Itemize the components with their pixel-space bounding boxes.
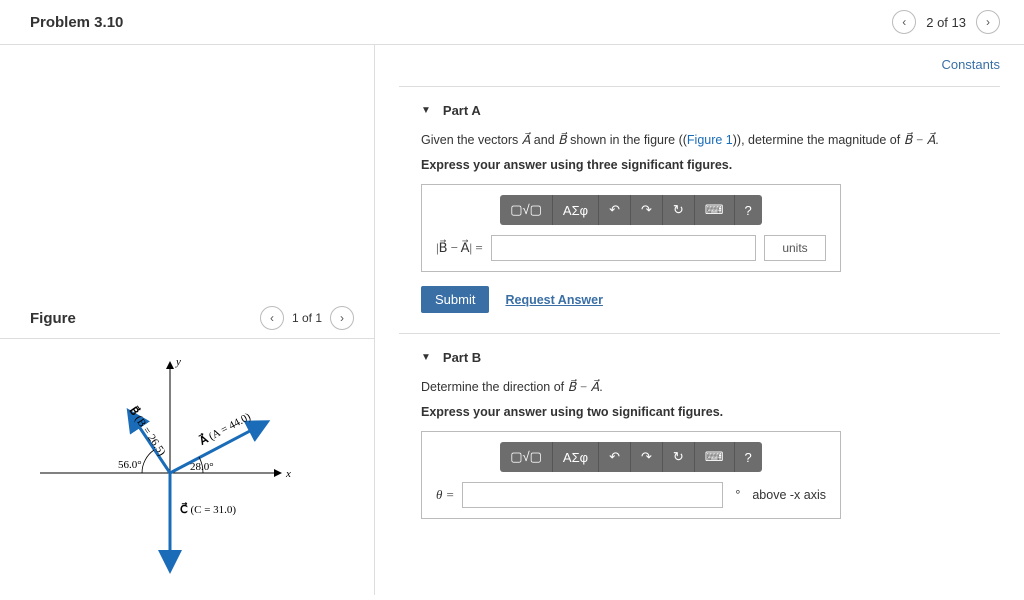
part-a-prompt: Given the vectors A⃗ and B⃗ shown in the…: [421, 132, 978, 148]
constants-row: Constants: [399, 57, 1000, 86]
part-b-answer-box: ▢√▢ ΑΣφ ↶ ↷ ↻ ⌨ ? θ = ° above -x axis: [421, 431, 841, 519]
right-column: Constants ▼ Part A Given the vectors A⃗ …: [375, 45, 1024, 595]
vector-b-label: B⃗ (B = 26.5): [127, 404, 170, 458]
toolbar-keyboard-button[interactable]: ⌨: [695, 195, 735, 225]
collapse-icon[interactable]: ▼: [421, 105, 431, 116]
part-a-value-input[interactable]: [491, 235, 756, 261]
toolbar-help-button[interactable]: ?: [735, 442, 762, 472]
equation-toolbar: ▢√▢ ΑΣφ ↶ ↷ ↻ ⌨ ?: [500, 442, 762, 472]
toolbar-redo-button[interactable]: ↷: [631, 195, 663, 225]
axis-x-label: x: [285, 468, 291, 480]
figure-heading: Figure: [30, 310, 76, 327]
vector-c-label: C⃗ (C = 31.0): [180, 502, 236, 516]
figure-prev-button[interactable]: ‹: [260, 306, 284, 330]
part-b-lhs: θ =: [436, 487, 454, 503]
part-b-prompt: Determine the direction of B⃗ − A⃗.: [421, 379, 978, 395]
part-a-lhs: |B⃗ − A⃗| =: [436, 240, 483, 256]
constants-link[interactable]: Constants: [941, 57, 1000, 72]
figure-pager: 1 of 1: [292, 311, 322, 325]
toolbar-undo-button[interactable]: ↶: [599, 442, 631, 472]
figure-next-button[interactable]: ›: [330, 306, 354, 330]
toolbar-greek-button[interactable]: ΑΣφ: [553, 195, 599, 225]
figure-1-link[interactable]: Figure 1: [687, 133, 733, 147]
toolbar-redo-button[interactable]: ↷: [631, 442, 663, 472]
part-a-submit-button[interactable]: Submit: [421, 286, 489, 313]
part-b-title: Part B: [443, 350, 481, 365]
toolbar-greek-button[interactable]: ΑΣφ: [553, 442, 599, 472]
toolbar-keyboard-button[interactable]: ⌨: [695, 442, 735, 472]
part-a-answer-box: ▢√▢ ΑΣφ ↶ ↷ ↻ ⌨ ? |B⃗ − A⃗| = units: [421, 184, 841, 272]
prev-problem-button[interactable]: ‹: [892, 10, 916, 34]
figure-header: Figure ‹ 1 of 1 ›: [0, 300, 374, 339]
pager-text: 2 of 13: [926, 15, 966, 30]
toolbar-templates-button[interactable]: ▢√▢: [500, 195, 553, 225]
part-b-instruction: Express your answer using two significan…: [421, 405, 978, 419]
part-a: ▼ Part A Given the vectors A⃗ and B⃗ sho…: [399, 86, 1000, 333]
part-a-instruction: Express your answer using three signific…: [421, 158, 978, 172]
vector-a-label: A⃗ (A = 44.0): [196, 409, 253, 448]
toolbar-help-button[interactable]: ?: [735, 195, 762, 225]
part-b-trailing: above -x axis: [748, 488, 826, 502]
toolbar-reset-button[interactable]: ↻: [663, 195, 695, 225]
part-a-title: Part A: [443, 103, 481, 118]
part-b-value-input[interactable]: [462, 482, 723, 508]
next-problem-button[interactable]: ›: [976, 10, 1000, 34]
toolbar-templates-button[interactable]: ▢√▢: [500, 442, 553, 472]
toolbar-undo-button[interactable]: ↶: [599, 195, 631, 225]
part-a-request-answer-link[interactable]: Request Answer: [505, 293, 602, 307]
problem-title: Problem 3.10: [30, 14, 123, 31]
part-b: ▼ Part B Determine the direction of B⃗ −…: [399, 333, 1000, 539]
axis-y-label: y: [175, 356, 181, 368]
angle-b-label: 56.0°: [118, 459, 142, 471]
page-header: Problem 3.10 ‹ 2 of 13 ›: [0, 0, 1024, 45]
angle-a-label: 28.0°: [190, 461, 214, 473]
figure-diagram: x y A⃗ (A = 44.0) 28.0° B⃗ (B = 26.5) 56…: [0, 339, 374, 600]
part-a-units-input[interactable]: units: [764, 235, 826, 261]
equation-toolbar: ▢√▢ ΑΣφ ↶ ↷ ↻ ⌨ ?: [500, 195, 762, 225]
collapse-icon[interactable]: ▼: [421, 352, 431, 363]
toolbar-reset-button[interactable]: ↻: [663, 442, 695, 472]
problem-pager: ‹ 2 of 13 ›: [892, 10, 1000, 34]
left-column: Figure ‹ 1 of 1 › x: [0, 45, 375, 595]
part-b-degree-symbol: °: [731, 488, 740, 502]
